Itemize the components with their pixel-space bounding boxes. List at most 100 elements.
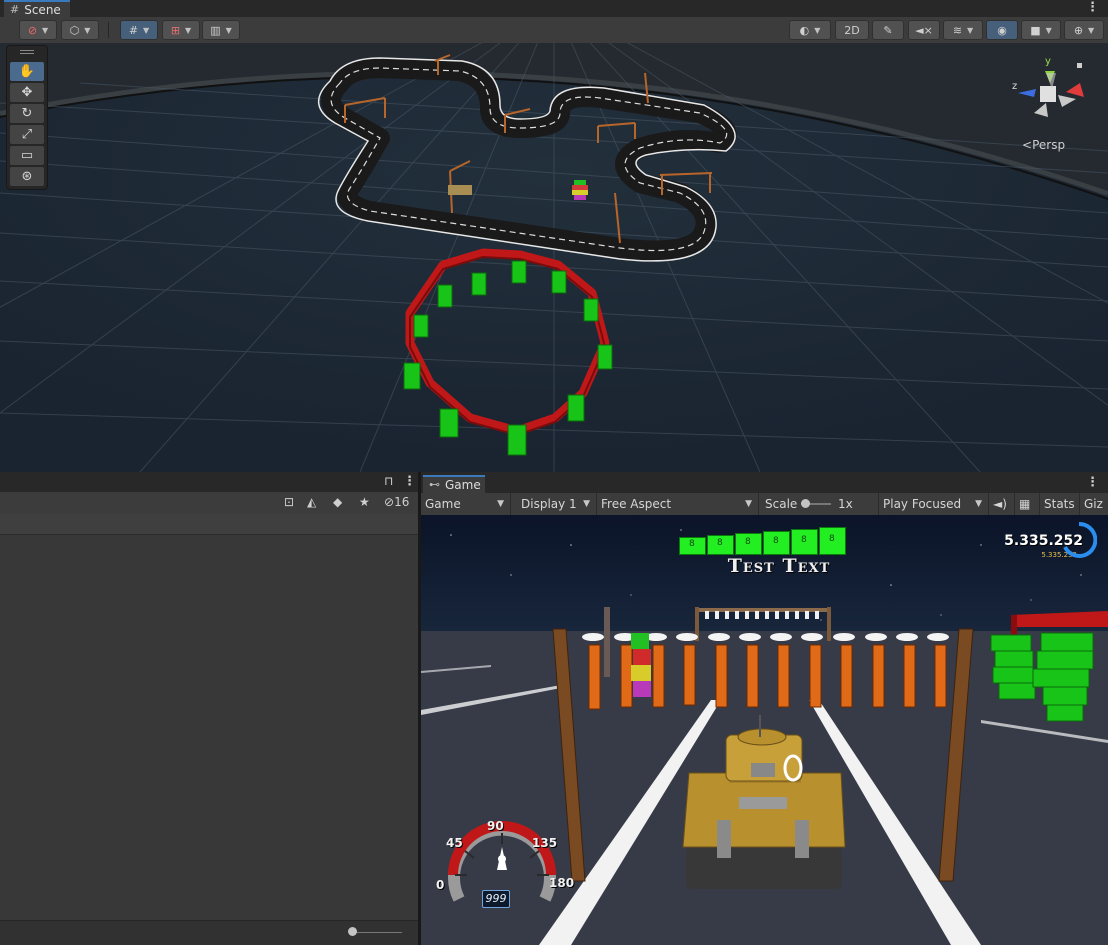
increment-snap-icon: ⊞ (170, 23, 181, 37)
hand-icon: ✋ (18, 64, 36, 79)
favorites-star-icon[interactable]: ★ (359, 495, 370, 509)
chevron-down-icon: ▼ (185, 25, 192, 35)
transform-tool-button[interactable]: ⊛ (10, 167, 44, 186)
gauge-label-180: 180 (549, 876, 575, 890)
chevron-down-icon: ▼ (143, 25, 150, 35)
hidden-eye-icon: ◉ (997, 23, 1007, 37)
game-view-select[interactable]: Game ▼ (421, 493, 511, 515)
ammo-block: 8 (735, 533, 762, 555)
tab-scene[interactable]: # Scene (4, 0, 70, 17)
scale-value: 1x (838, 497, 853, 511)
gizmo-globe-icon: ⊕ (1073, 23, 1084, 37)
audio-mute-icon: ◄× (915, 23, 933, 37)
display-select[interactable]: Display 1 ▼ (517, 493, 597, 515)
gauge-label-135: 135 (532, 836, 558, 850)
game-toolbar: Game ▼ Display 1 ▼ Free Aspect ▼ Scale 1x P… (421, 493, 1108, 516)
audio-toggle-button[interactable]: ◄× (908, 20, 940, 40)
transform-icon: ⊛ (21, 169, 33, 184)
gizmos-toggle[interactable]: Giz (1080, 493, 1108, 515)
hidden-objects-toggle[interactable]: ⊘16 (384, 495, 409, 509)
scale-icon: ⤢ (21, 127, 33, 142)
scene-visibility-button[interactable]: ◉ (986, 20, 1018, 40)
hidden-eye-icon: ⊘ (384, 495, 395, 509)
hierarchy-toolbar: ⊡ ◭ ◆ ★ ⊘16 (0, 492, 418, 531)
rect-tool-button[interactable]: ▭ (10, 146, 44, 165)
gizmos-button[interactable]: ⊕ ▼ (1064, 20, 1104, 40)
mode-2d-button[interactable]: 2D (835, 20, 869, 40)
hierarchy-menu-icon[interactable]: ⋮ (403, 474, 416, 490)
move-icon: ✥ (21, 85, 33, 100)
gamepad-icon: ⊷ (429, 478, 440, 491)
move-tool-button[interactable]: ✥ (10, 83, 44, 102)
draw-mode-button[interactable]: ⊘ ▼ (19, 20, 57, 40)
rect-icon: ▭ (20, 148, 34, 163)
scale-label: Scale (765, 497, 798, 511)
scale-slider-handle[interactable] (801, 499, 810, 508)
aspect-select[interactable]: Free Aspect ▼ (597, 493, 759, 515)
grid-snap-icon: # (128, 23, 139, 37)
tab-game-label: Game (445, 478, 481, 492)
ammo-bar: 8 8 8 8 8 8 (679, 525, 849, 557)
ammo-block: 8 (819, 527, 846, 555)
chevron-down-icon: ▼ (745, 499, 752, 509)
grid-snap-button[interactable]: # ▼ (120, 20, 158, 40)
list-header-row (0, 514, 418, 535)
mode-2d-label: 2D (844, 23, 860, 37)
persp-label: Persp (1032, 138, 1066, 152)
game-tab-bar: ⊷ Game ⋮ (421, 472, 1108, 494)
ammo-block: 8 (679, 537, 706, 555)
search-scope-icon[interactable]: ⊡ (284, 495, 294, 509)
chevron-down-icon: ▼ (1088, 25, 1095, 35)
gauge-label-45: 45 (446, 836, 463, 850)
lighting-toggle-button[interactable]: ✎ (872, 20, 904, 40)
tank-model (448, 185, 472, 195)
chevron-down-icon: ▼ (225, 25, 232, 35)
scene-tab-bar: # Scene ⋮ (0, 0, 1108, 18)
zoom-slider-track (352, 932, 402, 933)
scale-tool-button[interactable]: ⤢ (10, 125, 44, 144)
shortcuts-button[interactable]: ▦ (1015, 493, 1040, 515)
cube-icon: ⬡ (69, 23, 80, 37)
camera-settings-button[interactable]: ■ ▼ (1021, 20, 1061, 40)
hud-title-text: Test Text (727, 555, 831, 577)
label-tag-icon[interactable]: ◆ (333, 495, 342, 509)
hand-tool-button[interactable]: ✋ (10, 62, 44, 81)
chevron-down-icon: ▼ (84, 25, 91, 35)
filter-type-icon[interactable]: ◭ (307, 495, 316, 509)
lock-icon[interactable]: ⊓ (384, 474, 393, 488)
shading-mode-button[interactable]: ⬡ ▼ (61, 20, 99, 40)
projection-toggle[interactable]: <Persp (1022, 138, 1065, 152)
chevron-down-icon: ▼ (583, 499, 590, 509)
keyboard-icon: ▦ (1019, 497, 1031, 511)
effects-button[interactable]: ≋ ▼ (943, 20, 983, 40)
chevron-down-icon: ▼ (967, 25, 974, 35)
stats-button[interactable]: Stats (1040, 493, 1080, 515)
drag-handle-icon[interactable] (20, 50, 34, 54)
play-mode-select[interactable]: Play Focused ▼ (879, 493, 989, 515)
increment-snap-button[interactable]: ⊞ ▼ (162, 20, 200, 40)
play-mode-label: Play Focused (883, 497, 962, 511)
rotate-icon: ↻ (21, 106, 33, 121)
game-menu-icon[interactable]: ⋮ (1086, 475, 1099, 491)
score-progress-ring (1063, 521, 1097, 558)
scene-menu-icon[interactable]: ⋮ (1086, 0, 1099, 16)
rotate-tool-button[interactable]: ↻ (10, 104, 44, 123)
game-view-select-label: Game (425, 497, 461, 511)
scene-viewport[interactable]: y z (0, 43, 1108, 472)
zoom-slider-handle[interactable] (348, 927, 357, 936)
camera-icon: ■ (1030, 23, 1041, 37)
lighting-mode-button[interactable]: ◐ ▼ (789, 20, 831, 40)
game-window: ⊷ Game ⋮ Game ▼ Display 1 ▼ Free Aspect ▼ S… (421, 472, 1108, 945)
scene-toolbar: ⊘ ▼ ⬡ ▼ # ▼ ⊞ ▼ ▥ ▼ ◐ ▼ 2D ✎ ◄× ≋ ▼ ◉ ■ ▼ ⊕ ▼ (0, 17, 1108, 44)
hierarchy-footer (0, 920, 418, 945)
ammo-block: 8 (763, 531, 790, 555)
ammo-block: 8 (791, 529, 818, 555)
tab-game[interactable]: ⊷ Game (423, 475, 485, 493)
mute-audio-button[interactable]: ◄) (989, 493, 1015, 515)
stats-label: Stats (1044, 497, 1075, 511)
stacked-blocks (574, 180, 586, 185)
draw-mode-icon: ⊘ (27, 23, 38, 37)
game-viewport[interactable]: 8 8 8 8 8 8 Test Text 5.335.252 5.335.25… (421, 515, 1108, 945)
grid-button[interactable]: ▥ ▼ (202, 20, 240, 40)
gauge-label-0: 0 (436, 878, 445, 892)
